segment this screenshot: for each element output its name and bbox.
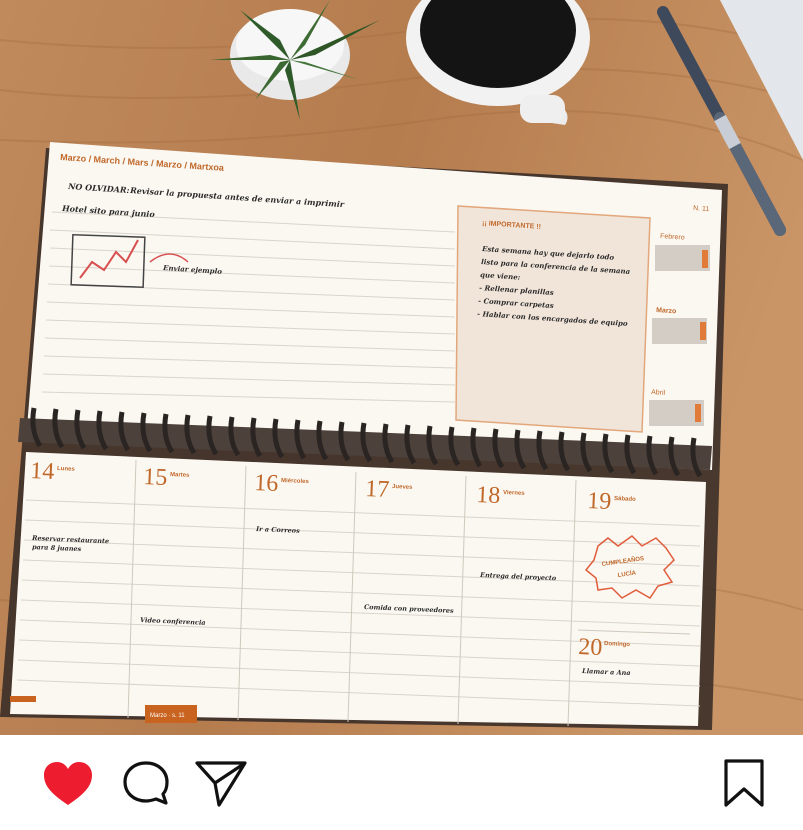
day-number-20: 20 (578, 634, 603, 661)
share-button[interactable] (193, 757, 249, 813)
day-name-sabado: Sábado (614, 496, 636, 503)
footer-tab-label: Marzo · s. 11 (150, 713, 185, 719)
day-number-14: 14 (30, 458, 55, 485)
post-container: Marzo / March / Mars / Marzo / Martxoa N… (0, 0, 803, 830)
share-icon (195, 761, 247, 807)
day-number-18: 18 (476, 482, 501, 509)
bookmark-button[interactable] (716, 757, 772, 813)
bookmark-icon (724, 759, 764, 807)
heart-icon (44, 762, 92, 805)
page-number: N. 11 (693, 205, 710, 213)
comment-button[interactable] (120, 757, 176, 813)
day-name-viernes: Viernes (503, 490, 525, 497)
planner-photo-illustration: Marzo / March / Mars / Marzo / Martxoa N… (0, 0, 803, 735)
day-number-16: 16 (254, 470, 279, 497)
day-number-15: 15 (143, 464, 168, 491)
day-name-miercoles: Miércoles (281, 478, 310, 485)
day-number-17: 17 (365, 476, 390, 503)
mini-calendar-label-3: Abril (651, 389, 666, 397)
day-name-lunes: Lunes (57, 466, 76, 473)
day-name-domingo: Domingo (604, 641, 631, 648)
day-number-19: 19 (587, 488, 612, 515)
day-name-martes: Martes (170, 472, 190, 479)
like-button[interactable] (40, 757, 96, 813)
mini-calendar-label-2: Marzo (656, 307, 677, 315)
day-name-jueves: Jueves (392, 484, 413, 491)
corner-tab (10, 696, 36, 702)
post-photo: Marzo / March / Mars / Marzo / Martxoa N… (0, 0, 803, 735)
comment-icon (123, 761, 169, 805)
post-action-bar (0, 735, 803, 830)
